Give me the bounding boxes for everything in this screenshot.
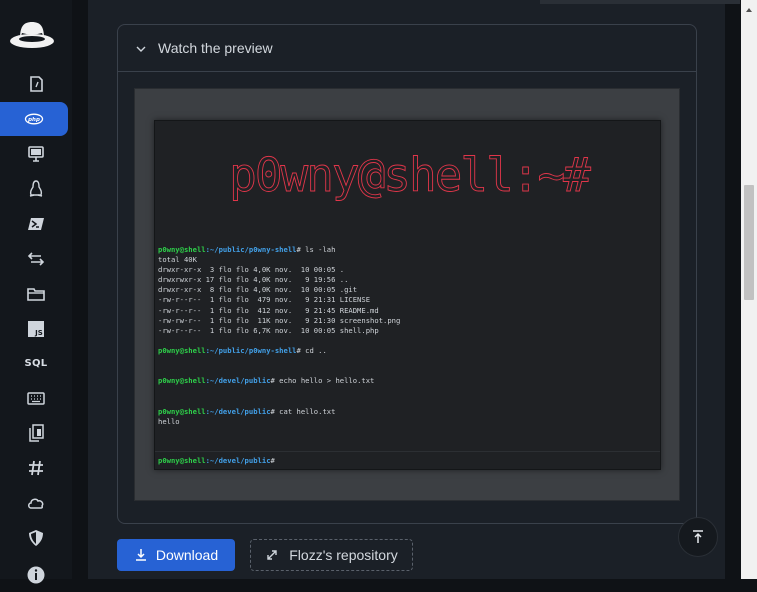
prompt-path: :~/public/p0wny-shell (205, 345, 297, 355)
nav-item-php[interactable]: php (0, 102, 68, 136)
top-strip (540, 0, 740, 4)
nav-item-shield[interactable] (0, 521, 72, 555)
scroll-to-top-button[interactable] (678, 517, 718, 557)
nav-item-hacktricks[interactable] (0, 67, 72, 101)
scrollbar[interactable] (741, 0, 757, 579)
terminal-line: p0wny@shell:~/public/p0wny-shell# ls -la… (158, 245, 400, 255)
nav-item-linux[interactable] (0, 172, 72, 206)
terminal-line: p0wny@shell:~/devel/public# cat hello.tx… (158, 407, 400, 417)
linux-icon (29, 180, 43, 197)
terminal-line: ​ (158, 336, 400, 346)
sidebar: php JS SQL (0, 0, 72, 584)
terminal-line: hello (158, 416, 180, 426)
js-icon: JS (28, 321, 44, 337)
svg-text:p0wny@shell:~#: p0wny@shell:~# (229, 148, 591, 202)
chevron-down-icon (136, 46, 146, 52)
nav-item-cloud[interactable] (0, 486, 72, 520)
prompt-command: # cat hello.txt (270, 406, 336, 416)
terminal-line: ​ (158, 366, 400, 376)
php-icon: php (24, 113, 44, 125)
hat-logo-icon[interactable] (8, 16, 56, 52)
keyboard-icon (27, 392, 45, 405)
prompt-path: :~/devel/public (205, 406, 271, 416)
terminal-line: -rw-r--r-- 1 flo flo 412 nov. 9 21:45 RE… (158, 305, 379, 315)
terminal-line: p0wny@shell:~/devel/public# echo hello >… (158, 376, 400, 386)
terminal-line: ​ (158, 356, 400, 366)
info-icon (27, 566, 45, 584)
nav-item-desktop[interactable] (0, 137, 72, 171)
terminal-line: -rw-r--r-- 1 flo flo 479 nov. 9 21:31 LI… (158, 295, 371, 305)
input-prompt-user: p0wny@shell (158, 456, 206, 465)
terminal-line: -rw-r--r-- 1 flo flo 6,7K nov. 10 00:05 … (158, 325, 379, 335)
nav-item-sql[interactable]: SQL (0, 346, 72, 380)
prompt-command: # ls -lah (296, 245, 336, 254)
shield-icon (29, 530, 43, 546)
nav-item-info[interactable] (0, 558, 72, 592)
input-prompt-hash: # (270, 456, 275, 465)
terminal-line: drwxr-xr-x 8 flo flo 4,0K nov. 10 00:05 … (158, 285, 358, 295)
terminal-line: total 40K (158, 255, 197, 265)
expand-arrow-icon (267, 550, 277, 560)
file-code-icon (30, 76, 43, 92)
scroll-up-arrow-icon[interactable] (745, 6, 753, 14)
prompt-user: p0wny@shell (158, 345, 206, 355)
terminal-output: p0wny@shell:~/public/p0wny-shell# ls -la… (158, 245, 400, 427)
preview-panel: Watch the preview p0wny@shell:~# p0wny@s… (117, 24, 697, 524)
input-prompt-path: :~/devel/public (205, 456, 271, 465)
svg-text:JS: JS (34, 329, 43, 337)
download-icon (135, 549, 146, 561)
sql-icon: SQL (24, 357, 48, 369)
nav-item-hash[interactable] (0, 451, 72, 485)
ascii-banner: p0wny@shell:~# (229, 148, 594, 203)
download-button[interactable]: Download (117, 539, 235, 571)
monitor-icon (28, 146, 44, 162)
prompt-user: p0wny@shell (158, 406, 206, 416)
prompt-user: p0wny@shell (158, 245, 206, 254)
prompt-path: :~/public/p0wny-shell (205, 245, 297, 254)
terminal-line: ​ (158, 396, 400, 406)
terminal-line: -rw-rw-r-- 1 flo flo 11K nov. 9 21:30 sc… (158, 315, 401, 325)
terminal-line: drwxr-xr-x 3 flo flo 4,0K nov. 10 00:05 … (158, 265, 345, 275)
copy-icon (29, 424, 44, 442)
arrow-up-to-line-icon (693, 530, 703, 543)
nav-item-js[interactable]: JS (0, 312, 72, 346)
nav-item-keyboard[interactable] (0, 381, 72, 415)
folder-icon (27, 288, 45, 301)
hash-icon (29, 460, 43, 476)
arrows-exchange-icon (27, 252, 45, 266)
powershell-icon (28, 218, 44, 230)
terminal-window: p0wny@shell:~# p0wny@shell:~/public/p0wn… (154, 120, 661, 470)
nav-item-reverse[interactable] (0, 242, 72, 276)
nav-item-powershell[interactable] (0, 207, 72, 241)
nav-item-copy[interactable] (0, 416, 72, 450)
prompt-command: # cd .. (296, 345, 327, 355)
prompt-user: p0wny@shell (158, 376, 206, 386)
repository-label: Flozz's repository (289, 547, 398, 563)
repository-button[interactable]: Flozz's repository (250, 539, 413, 571)
svg-text:php: php (27, 117, 40, 123)
nav-item-folder[interactable] (0, 277, 72, 311)
prompt-path: :~/devel/public (205, 376, 271, 386)
terminal-line: drwxrwxr-x 17 flo flo 4,0K nov. 9 19:56 … (158, 275, 349, 285)
cloud-icon (28, 498, 44, 509)
panel-title: Watch the preview (158, 40, 273, 56)
download-label: Download (155, 547, 219, 563)
terminal-line: ​ (158, 386, 400, 396)
prompt-command: # echo hello > hello.txt (270, 376, 375, 386)
terminal-input[interactable]: p0wny@shell:~/devel/public# (155, 451, 660, 469)
preview-screenshot: p0wny@shell:~# p0wny@shell:~/public/p0wn… (134, 88, 680, 501)
terminal-line: p0wny@shell:~/public/p0wny-shell# cd .. (158, 346, 400, 356)
scrollbar-thumb[interactable] (744, 185, 754, 300)
preview-panel-header[interactable]: Watch the preview (118, 25, 696, 72)
